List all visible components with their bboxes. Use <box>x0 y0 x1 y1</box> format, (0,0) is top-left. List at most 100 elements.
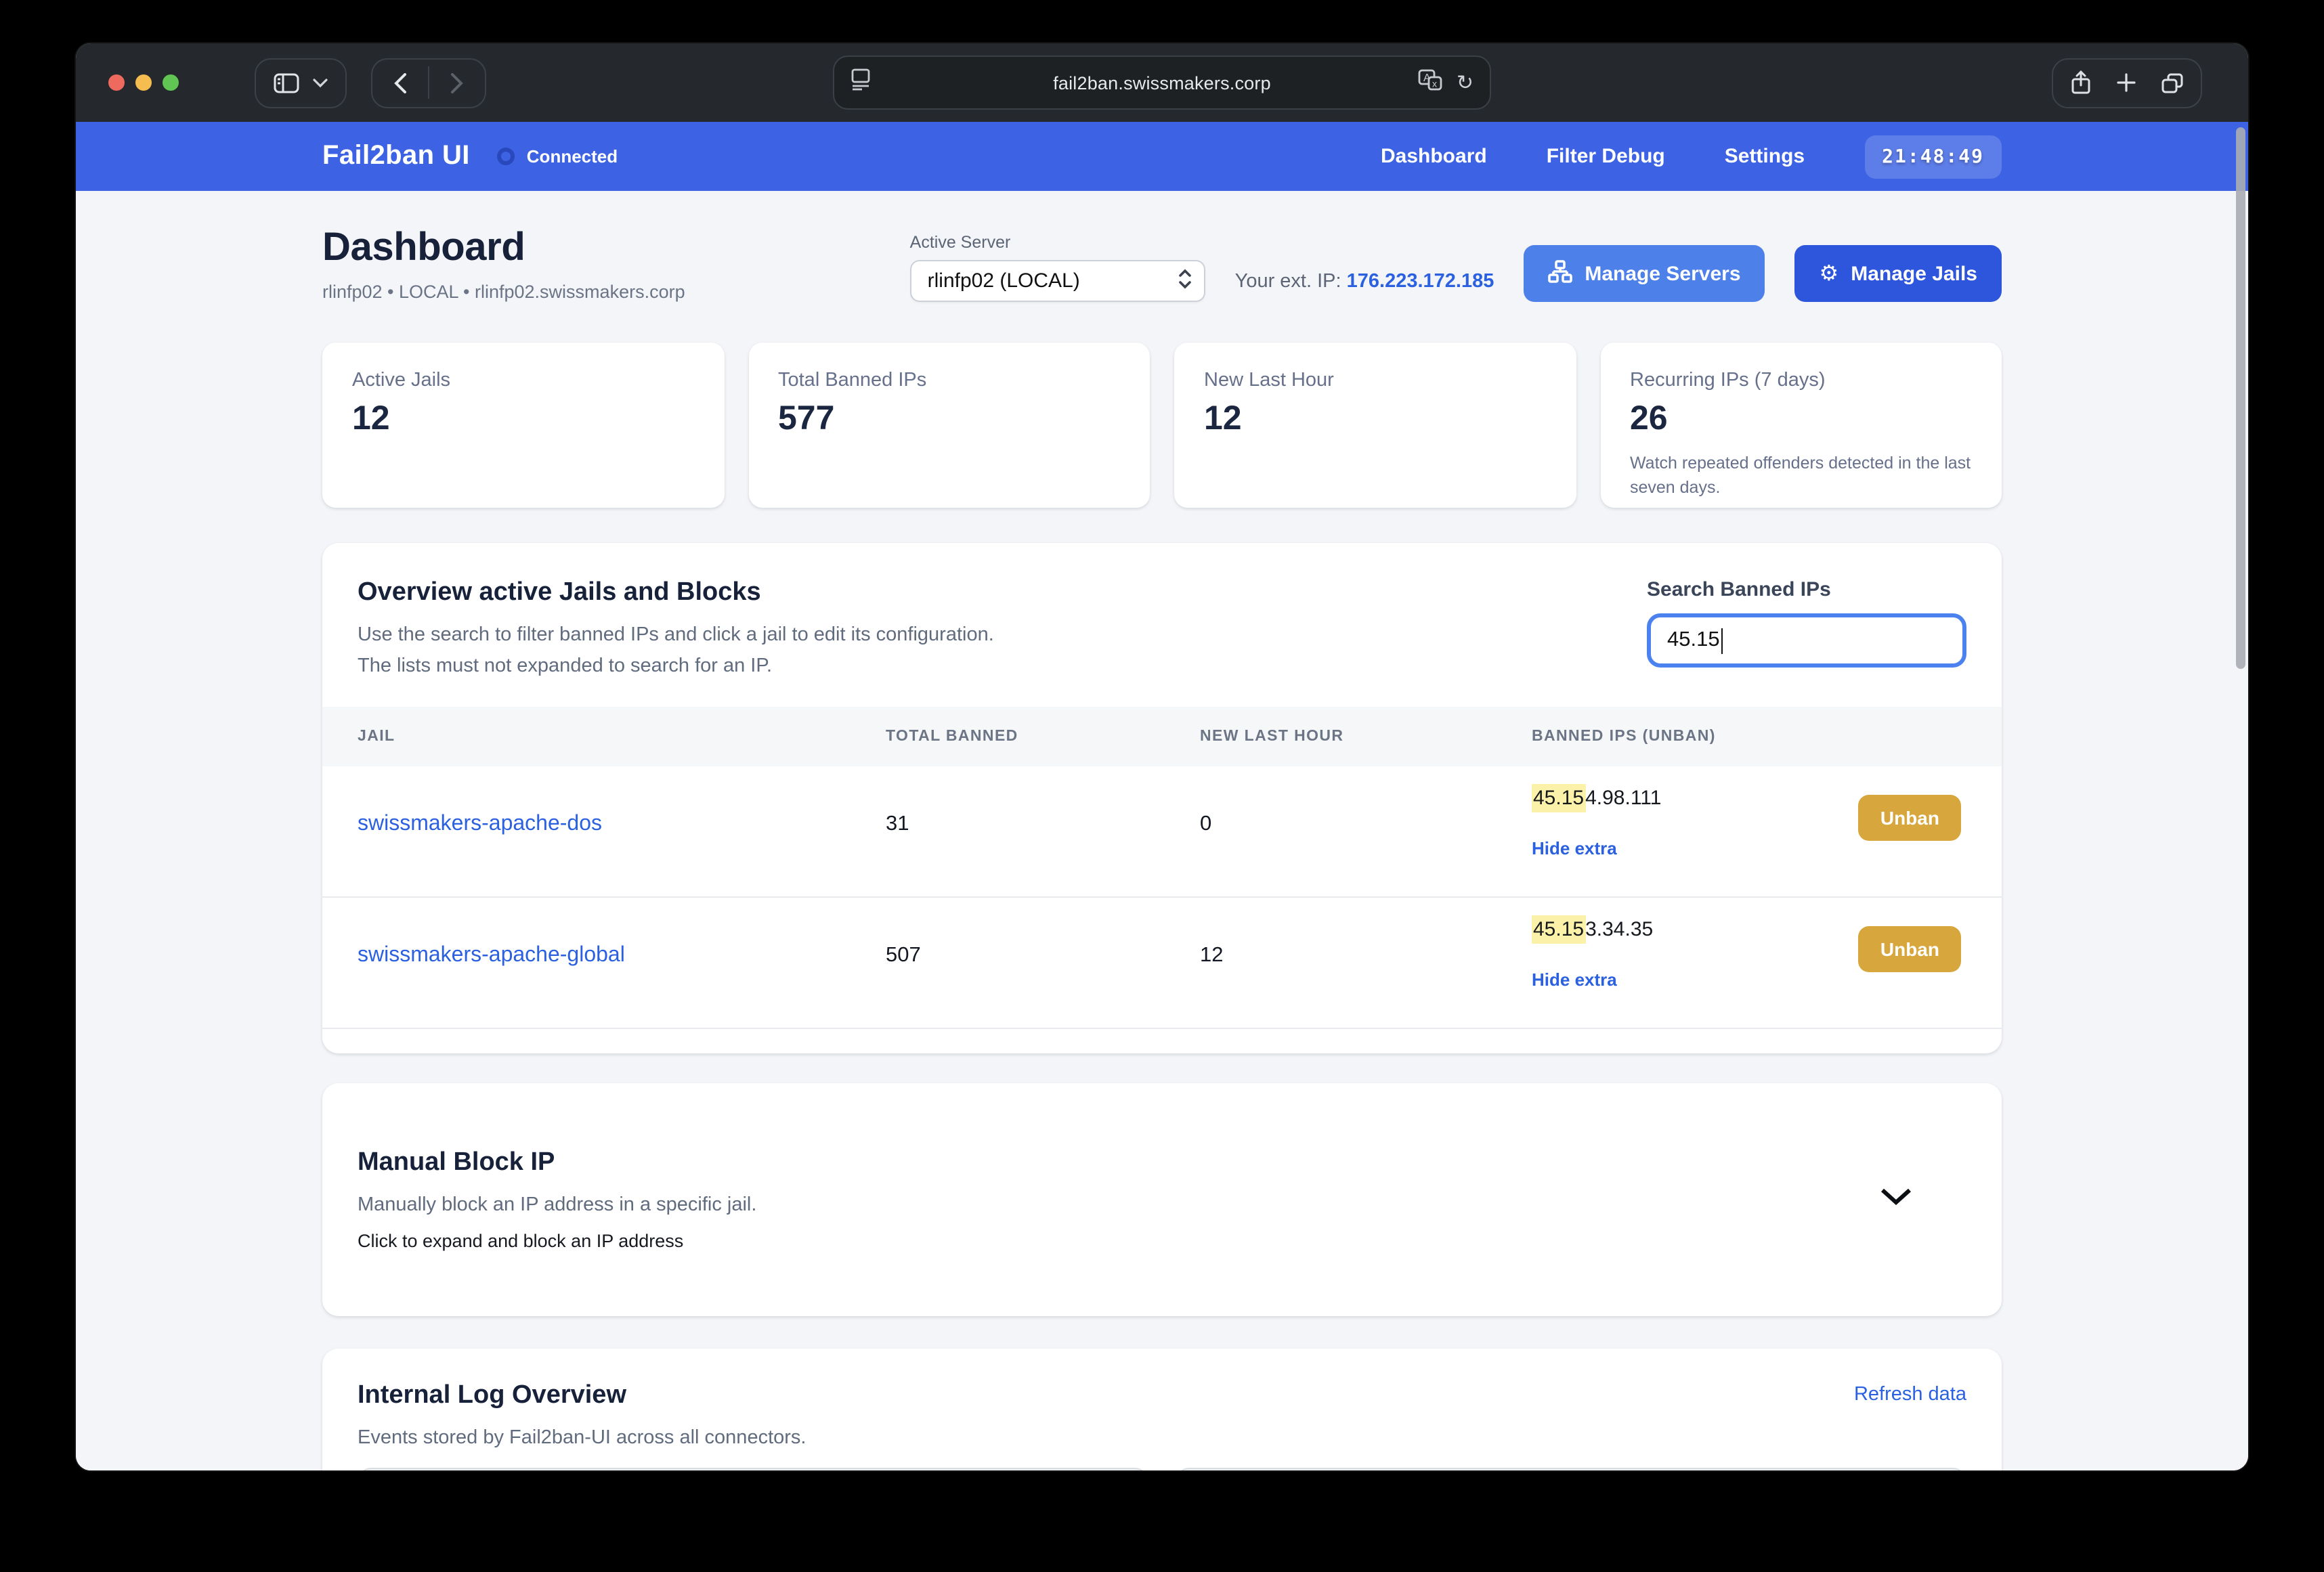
browser-window: fail2ban.swissmakers.corp A x ↻ Fail2ban… <box>76 43 2248 1470</box>
close-window-button[interactable] <box>108 74 125 91</box>
overview-card: Overview active Jails and Blocks Use the… <box>322 543 2002 1053</box>
sitemap-icon <box>1548 259 1573 288</box>
address-bar[interactable]: fail2ban.swissmakers.corp A x ↻ <box>833 56 1491 110</box>
svg-text:x: x <box>1433 77 1438 88</box>
manual-block-title: Manual Block IP <box>358 1148 555 1177</box>
active-server-label: Active Server <box>909 233 1011 252</box>
stat-card-new-last-hour: New Last Hour 12 <box>1174 343 1576 508</box>
log-desc: Events stored by Fail2ban-UI across all … <box>358 1427 806 1449</box>
stat-value: 577 <box>778 399 835 437</box>
connection-status: Connected <box>496 146 618 167</box>
jail-link[interactable]: swissmakers-apache-global <box>358 944 625 968</box>
select-arrows-icon <box>1178 267 1192 294</box>
clock-badge: 21:48:49 <box>1864 135 2002 178</box>
table-row: swissmakers-apache-global 507 12 45.15 3.… <box>322 898 2002 1029</box>
search-label: Search Banned IPs <box>1647 578 1831 601</box>
chevron-down-icon <box>313 78 328 87</box>
stat-card-recurring-ips: Recurring IPs (7 days) 26 Watch repeated… <box>1600 343 2002 508</box>
stat-card-total-banned: Total Banned IPs 577 <box>748 343 1150 508</box>
stat-label: Total Banned IPs <box>778 370 927 391</box>
ip-match-highlight: 45.15 <box>1532 915 1586 944</box>
manual-block-hint: Click to expand and block an IP address <box>358 1231 684 1251</box>
banned-ip: 45.15 3.34.35 <box>1532 915 1653 944</box>
column-total-banned: Total banned <box>886 728 1018 745</box>
screen: fail2ban.swissmakers.corp A x ↻ Fail2ban… <box>0 0 2324 1572</box>
reload-icon[interactable]: ↻ <box>1457 70 1473 95</box>
page-title: Dashboard <box>322 226 525 269</box>
stat-value: 12 <box>352 399 390 437</box>
jails-table-header: Jail Total banned New last hour Banned I… <box>322 707 2002 766</box>
manage-servers-label: Manage Servers <box>1585 262 1741 285</box>
zoom-window-button[interactable] <box>163 74 179 91</box>
reader-mode-icon[interactable] <box>851 68 871 97</box>
total-banned-value: 507 <box>886 944 921 967</box>
overview-title: Overview active Jails and Blocks <box>358 578 761 607</box>
ip-rest: 3.34.35 <box>1585 918 1654 941</box>
table-row: swissmakers-apache-dos 31 0 45.15 4.98.11… <box>322 766 2002 898</box>
share-icon[interactable] <box>2071 70 2091 95</box>
server-breadcrumb: rlinfp02 • LOCAL • rlinfp02.swissmakers.… <box>322 282 685 302</box>
page-content: Dashboard rlinfp02 • LOCAL • rlinfp02.sw… <box>76 191 2248 1470</box>
expand-chevron-icon[interactable] <box>1880 1187 1912 1212</box>
new-last-hour-value: 12 <box>1200 944 1224 967</box>
active-server-select[interactable]: rlinfp02 (LOCAL) <box>909 260 1205 302</box>
log-filter-box[interactable] <box>358 1468 1148 1470</box>
stat-note: Watch repeated offenders detected in the… <box>1630 454 1971 498</box>
window-controls <box>108 74 179 91</box>
column-new-last-hour: New last hour <box>1200 728 1344 745</box>
log-title: Internal Log Overview <box>358 1381 626 1410</box>
back-button[interactable] <box>372 59 428 106</box>
stat-label: Recurring IPs (7 days) <box>1630 370 1826 391</box>
external-ip-label: Your ext. IP: <box>1234 271 1341 292</box>
gear-icon: ⚙ <box>1819 260 1839 286</box>
hide-extra-link[interactable]: Hide extra <box>1532 838 1617 858</box>
banned-ip: 45.15 4.98.111 <box>1532 784 1661 812</box>
search-banned-ips-input[interactable]: 45.15 <box>1647 613 1966 668</box>
external-ip-value: 176.223.172.185 <box>1346 271 1494 292</box>
sidebar-icon <box>274 72 299 93</box>
ip-match-highlight: 45.15 <box>1532 784 1586 812</box>
jail-link[interactable]: swissmakers-apache-dos <box>358 812 602 837</box>
tab-overview-icon[interactable] <box>2161 72 2183 93</box>
forward-button[interactable] <box>429 59 485 106</box>
search-value: 45.15 <box>1667 628 1720 651</box>
status-ring-icon <box>496 148 515 165</box>
refresh-data-link[interactable]: Refresh data <box>1854 1384 1966 1405</box>
active-server-block: Active Server rlinfp02 (LOCAL) <box>909 233 1205 302</box>
hide-extra-link[interactable]: Hide extra <box>1532 969 1617 990</box>
manage-jails-button[interactable]: ⚙ Manage Jails <box>1794 245 2002 302</box>
browser-titlebar: fail2ban.swissmakers.corp A x ↻ <box>76 43 2248 122</box>
status-label: Connected <box>526 146 618 167</box>
text-caret <box>1721 628 1723 653</box>
translate-icon[interactable]: A x <box>1419 68 1443 97</box>
external-ip: Your ext. IP: 176.223.172.185 <box>1235 271 1494 302</box>
manage-servers-button[interactable]: Manage Servers <box>1524 245 1765 302</box>
manual-block-desc: Manually block an IP address in a specif… <box>358 1194 757 1216</box>
overview-desc-1: Use the search to filter banned IPs and … <box>358 624 994 646</box>
history-nav-group <box>371 58 486 108</box>
app-brand: Fail2ban UI <box>322 141 470 171</box>
minimize-window-button[interactable] <box>135 74 152 91</box>
ip-rest: 4.98.111 <box>1585 787 1662 810</box>
nav-link-settings[interactable]: Settings <box>1725 145 1805 168</box>
page-scrollbar[interactable] <box>2236 127 2245 669</box>
manual-block-card[interactable]: Manual Block IP Manually block an IP add… <box>322 1083 2002 1316</box>
total-banned-value: 31 <box>886 812 909 835</box>
stat-value: 26 <box>1630 399 1668 437</box>
unban-button[interactable]: Unban <box>1858 795 1961 841</box>
stat-value: 12 <box>1204 399 1242 437</box>
column-jail: Jail <box>358 728 395 745</box>
log-filter-box[interactable] <box>1176 1468 1966 1470</box>
new-tab-icon[interactable] <box>2117 73 2136 92</box>
toolbar-right-group <box>2052 58 2202 108</box>
log-overview-card: Internal Log Overview Events stored by F… <box>322 1349 2002 1470</box>
nav-link-dashboard[interactable]: Dashboard <box>1381 145 1487 168</box>
unban-button[interactable]: Unban <box>1858 926 1961 972</box>
sidebar-toggle-button[interactable] <box>255 58 347 108</box>
column-banned-ips: Banned IPs (unban) <box>1532 728 1716 745</box>
active-server-value: rlinfp02 (LOCAL) <box>927 269 1080 292</box>
overview-desc-2: The lists must not expanded to search fo… <box>358 655 773 677</box>
stat-label: Active Jails <box>352 370 451 391</box>
app-navbar: Fail2ban UI Connected Dashboard Filter D… <box>76 122 2248 191</box>
nav-link-filter-debug[interactable]: Filter Debug <box>1547 145 1665 168</box>
